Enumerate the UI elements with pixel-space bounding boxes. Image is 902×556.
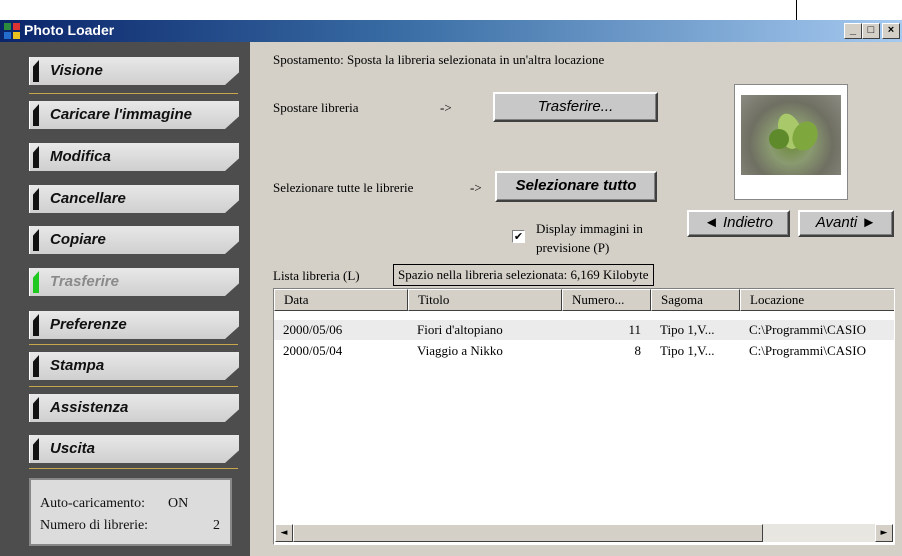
library-list[interactable]: Data Titolo Numero... Sagoma Locazione 2…: [273, 288, 895, 545]
cell-data: 2000/05/06: [283, 322, 343, 337]
scroll-right-icon[interactable]: ►: [875, 524, 893, 542]
display-preview-checkbox[interactable]: ✔: [512, 230, 525, 243]
autoload-value: ON: [168, 496, 189, 511]
library-count-value: 2: [213, 518, 220, 533]
nav-marker-icon: [33, 438, 39, 460]
sidebar-item-label: Trasferire: [50, 273, 119, 290]
description-text: Spostamento: Sposta la libreria selezion…: [273, 52, 605, 67]
sidebar-item-label: Copiare: [50, 231, 106, 248]
maximize-button[interactable]: □: [862, 23, 880, 39]
close-button[interactable]: ×: [882, 23, 900, 39]
back-button[interactable]: ◄ Indietro: [687, 210, 790, 237]
divider: [29, 93, 238, 94]
cell-titolo: Viaggio a Nikko: [417, 343, 503, 358]
column-header-locazione[interactable]: Locazione: [740, 289, 894, 311]
status-panel: Auto-caricamento: ON Numero di librerie:…: [29, 478, 232, 546]
cell-locazione: C:\Programmi\CASIO: [749, 343, 867, 358]
cell-titolo: Fiori d'altopiano: [417, 322, 503, 337]
select-all-label: Selezionare tutte le librerie: [273, 180, 414, 195]
arrow-text: ->: [470, 180, 482, 195]
nav-marker-icon: [33, 397, 39, 419]
nav-marker-icon: [33, 146, 39, 168]
sidebar-item-label: Preferenze: [50, 316, 127, 333]
arrow-text: ->: [440, 100, 452, 115]
nav-marker-icon: [33, 355, 39, 377]
sidebar-item-copiare[interactable]: Copiare: [29, 226, 239, 254]
nav-marker-icon: [33, 104, 39, 126]
cell-numero: 8: [634, 343, 642, 358]
preview-thumbnail: [734, 84, 848, 200]
sidebar-item-label: Assistenza: [50, 399, 129, 416]
table-row[interactable]: 2000/05/06 Fiori d'altopiano 11 Tipo 1,V…: [274, 320, 894, 340]
sidebar-item-label: Visione: [50, 62, 103, 79]
nav-marker-icon: [33, 188, 39, 210]
nav-marker-icon: [33, 314, 39, 336]
window-title: Photo Loader: [24, 22, 115, 38]
sidebar-item-uscita[interactable]: Uscita: [29, 435, 239, 463]
title-bar[interactable]: Photo Loader _ □ ×: [0, 20, 902, 42]
library-list-label: Lista libreria (L): [273, 268, 360, 283]
sidebar-item-trasferire[interactable]: Trasferire: [29, 268, 239, 296]
sidebar-item-assistenza[interactable]: Assistenza: [29, 394, 239, 422]
table-row[interactable]: 2000/05/04 Viaggio a Nikko 8 Tipo 1,V...…: [274, 341, 894, 361]
move-library-label: Spostare libreria: [273, 100, 359, 115]
plant-photo-image: [741, 95, 841, 175]
library-count-label: Numero di librerie:: [40, 518, 149, 533]
app-icon: [4, 23, 20, 39]
cell-data: 2000/05/04: [283, 343, 343, 358]
display-preview-label-2: previsione (P): [536, 240, 610, 255]
sidebar-item-preferenze[interactable]: Preferenze: [29, 311, 239, 339]
nav-marker-icon: [33, 229, 39, 251]
sidebar-item-label: Cancellare: [50, 190, 126, 207]
select-all-button[interactable]: Selezionare tutto: [495, 171, 657, 202]
sidebar-item-label: Caricare l'immagine: [50, 106, 192, 123]
cell-locazione: C:\Programmi\CASIO: [749, 322, 867, 337]
column-header-titolo[interactable]: Titolo: [408, 289, 562, 311]
sidebar-item-visione[interactable]: Visione: [29, 57, 239, 85]
autoload-label: Auto-caricamento:: [40, 496, 145, 511]
divider: [29, 344, 238, 345]
cell-sagoma: Tipo 1,V...: [660, 343, 715, 358]
minimize-button[interactable]: _: [844, 23, 862, 39]
column-header-sagoma[interactable]: Sagoma: [651, 289, 740, 311]
nav-marker-icon: [33, 60, 39, 82]
sidebar-item-stampa[interactable]: Stampa: [29, 352, 239, 380]
scroll-thumb[interactable]: [293, 524, 763, 542]
space-info: Spazio nella libreria selezionata: 6,169…: [393, 264, 654, 286]
transfer-button[interactable]: Trasferire...: [493, 92, 658, 122]
sidebar-item-label: Modifica: [50, 148, 111, 165]
cell-numero: 11: [628, 322, 641, 337]
column-header-numero[interactable]: Numero...: [562, 289, 651, 311]
sidebar-item-label: Stampa: [50, 357, 105, 374]
divider: [29, 468, 238, 469]
next-button[interactable]: Avanti ►: [798, 210, 894, 237]
sidebar-item-cancellare[interactable]: Cancellare: [29, 185, 239, 213]
sidebar-item-modifica[interactable]: Modifica: [29, 143, 239, 171]
cell-sagoma: Tipo 1,V...: [660, 322, 715, 337]
display-preview-label: Display immagini in: [536, 221, 643, 236]
sidebar-item-label: Uscita: [50, 440, 96, 457]
sidebar-item-caricare[interactable]: Caricare l'immagine: [29, 101, 239, 129]
divider: [29, 386, 238, 387]
scroll-left-icon[interactable]: ◄: [275, 524, 293, 542]
active-marker-icon: [33, 271, 39, 293]
column-header-data[interactable]: Data: [274, 289, 408, 311]
horizontal-scrollbar[interactable]: ◄ ►: [275, 524, 893, 542]
